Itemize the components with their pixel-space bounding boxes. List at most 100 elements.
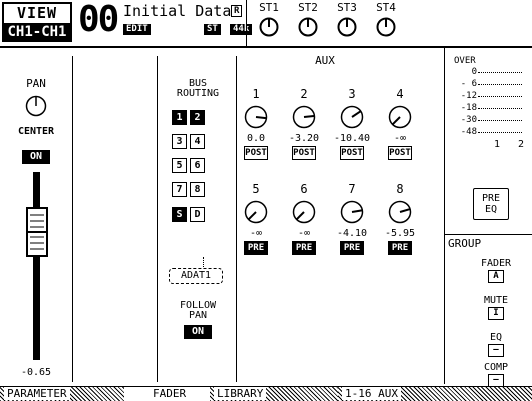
bus-d-button[interactable]: D xyxy=(190,207,205,222)
aux-3-knob[interactable] xyxy=(339,104,365,130)
aux-8-value: -5.95 xyxy=(384,228,416,239)
bus-7-button[interactable]: 7 xyxy=(172,182,187,197)
meter-channel-2: 2 xyxy=(518,139,525,150)
bus-2-button[interactable]: 2 xyxy=(190,110,205,125)
aux-6-pre-button[interactable]: PRE xyxy=(292,241,316,255)
aux-7-knob[interactable] xyxy=(339,199,365,225)
knob-icon xyxy=(298,17,318,37)
direct-out-link xyxy=(203,257,205,267)
aux-7-value: -4.10 xyxy=(336,228,368,239)
tab-fader[interactable]: FADER xyxy=(124,387,210,401)
group-mute-button[interactable]: I xyxy=(488,307,504,320)
fader-track xyxy=(33,172,40,360)
aux-8-pre-button[interactable]: PRE xyxy=(388,241,412,255)
pan-position: CENTER xyxy=(17,126,55,137)
aux-3-post-button[interactable]: POST xyxy=(340,146,364,160)
divider xyxy=(157,56,158,382)
aux-8-number: 8 xyxy=(396,182,404,196)
aux-1-knob[interactable] xyxy=(243,104,269,130)
st2-knob[interactable]: ST2 xyxy=(289,0,327,44)
st3-label: ST3 xyxy=(337,1,357,14)
aux-6-knob[interactable] xyxy=(291,199,317,225)
meter-over-label: OVER xyxy=(454,56,476,66)
tab-label: PARAMETER xyxy=(4,387,70,400)
meter-gridline xyxy=(478,132,522,133)
divider xyxy=(444,48,445,384)
aux-3-number: 3 xyxy=(348,87,356,101)
bus-5-button[interactable]: 5 xyxy=(172,158,187,173)
follow-pan-button[interactable]: ON xyxy=(184,325,212,339)
aux-title: AUX xyxy=(315,54,335,67)
tab-aux[interactable]: 1-16 AUX xyxy=(338,387,532,401)
pre-eq-button[interactable]: PRE EQ xyxy=(473,188,509,220)
meter-gridline xyxy=(478,120,522,121)
aux-5-value: -∞ xyxy=(249,228,263,239)
meter-gridline xyxy=(478,84,522,85)
bus-3-button[interactable]: 3 xyxy=(172,134,187,149)
st1-knob[interactable]: ST1 xyxy=(250,0,288,44)
meter-scale-label: -12 xyxy=(460,91,477,101)
knob-icon xyxy=(259,17,279,37)
aux-2-knob[interactable] xyxy=(291,104,317,130)
aux-4-knob[interactable] xyxy=(387,104,413,130)
st3-knob[interactable]: ST3 xyxy=(328,0,366,44)
fader-value: -0.65 xyxy=(20,367,52,378)
meter-gridline xyxy=(478,108,522,109)
aux-3-value: -10.40 xyxy=(333,133,371,144)
direct-out-button[interactable]: ADAT1 xyxy=(169,268,223,284)
channel-label: CH1-CH1 xyxy=(4,23,70,41)
pan-label: PAN xyxy=(26,77,46,90)
meter-scale-label: -48 xyxy=(460,127,477,137)
aux-4-number: 4 xyxy=(396,87,404,101)
st2-label: ST2 xyxy=(298,1,318,14)
header-divider xyxy=(246,0,247,46)
tab-label: FADER xyxy=(150,387,190,400)
pan-knob[interactable] xyxy=(24,94,48,118)
bus-routing-title-2: ROUTING xyxy=(176,88,220,99)
bus-6-button[interactable]: 6 xyxy=(190,158,205,173)
pre-eq-label-1: PRE xyxy=(481,193,501,204)
channel-on-button[interactable]: ON xyxy=(22,150,50,164)
meter-gridline xyxy=(478,72,522,73)
aux-2-number: 2 xyxy=(300,87,308,101)
aux-7-number: 7 xyxy=(348,182,356,196)
view-box: VIEW CH1-CH1 xyxy=(2,2,72,42)
divider xyxy=(444,234,532,235)
aux-4-post-button[interactable]: POST xyxy=(388,146,412,160)
st4-knob[interactable]: ST4 xyxy=(367,0,405,44)
sample-rate-indicator: 44k xyxy=(230,24,253,35)
aux-1-number: 1 xyxy=(252,87,260,101)
aux-6-number: 6 xyxy=(300,182,308,196)
pre-eq-label-2: EQ xyxy=(484,204,498,215)
meter-scale-label: -18 xyxy=(460,103,477,113)
aux-2-value: -3.20 xyxy=(288,133,320,144)
tab-label: 1-16 AUX xyxy=(342,387,401,400)
fader-knob[interactable] xyxy=(26,207,48,257)
knob-icon xyxy=(337,17,357,37)
tab-label: LIBRARY xyxy=(214,387,267,400)
stereo-indicator: ST xyxy=(204,24,221,35)
bus-s-button[interactable]: S xyxy=(172,207,187,222)
bus-8-button[interactable]: 8 xyxy=(190,182,205,197)
group-mute-label: MUTE xyxy=(483,295,509,306)
header-rule xyxy=(0,46,532,48)
aux-5-knob[interactable] xyxy=(243,199,269,225)
r-indicator: R xyxy=(231,5,243,17)
group-fader-label: FADER xyxy=(480,258,512,269)
bus-1-button[interactable]: 1 xyxy=(172,110,187,125)
aux-5-number: 5 xyxy=(252,182,260,196)
tab-parameter[interactable]: PARAMETER xyxy=(0,387,124,401)
bus-4-button[interactable]: 4 xyxy=(190,134,205,149)
group-fader-button[interactable]: A xyxy=(488,270,504,283)
divider xyxy=(236,56,237,382)
scene-number: 00 xyxy=(78,0,119,40)
aux-8-knob[interactable] xyxy=(387,199,413,225)
group-comp-label: COMP xyxy=(483,362,509,373)
aux-5-pre-button[interactable]: PRE xyxy=(244,241,268,255)
edit-indicator: EDIT xyxy=(123,24,151,35)
aux-7-pre-button[interactable]: PRE xyxy=(340,241,364,255)
aux-2-post-button[interactable]: POST xyxy=(292,146,316,160)
aux-1-post-button[interactable]: POST xyxy=(244,146,268,160)
tab-library[interactable]: LIBRARY xyxy=(210,387,338,401)
group-eq-button[interactable]: — xyxy=(488,344,504,357)
